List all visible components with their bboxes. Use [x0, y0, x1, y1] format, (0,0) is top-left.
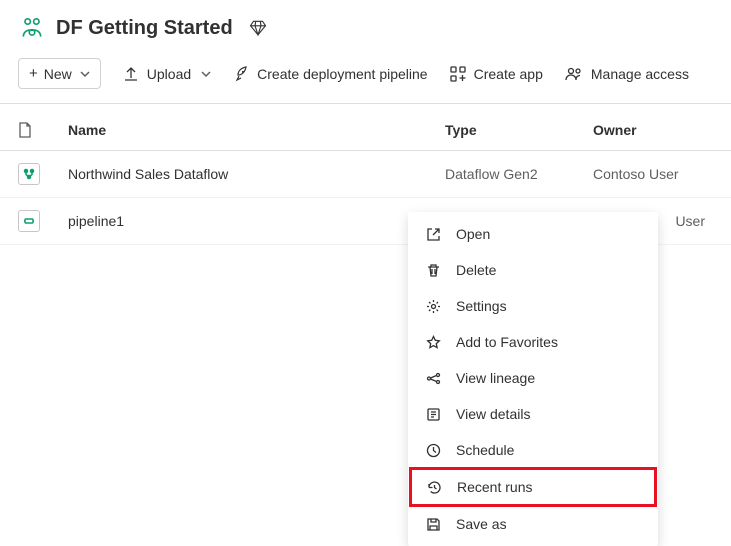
menu-details-label: View details [456, 406, 530, 422]
menu-favorites-label: Add to Favorites [456, 334, 558, 350]
row-type-cell: Dataflow Gen2 [445, 166, 593, 182]
col-icon-header [18, 122, 68, 138]
create-app-button[interactable]: Create app [450, 66, 543, 82]
people-icon [565, 66, 583, 82]
row-name-cell[interactable]: pipeline1 [68, 213, 445, 229]
context-menu: Open Delete Settings Add to Favorites [408, 212, 658, 546]
menu-favorites[interactable]: Add to Favorites [408, 324, 658, 360]
menu-save-as[interactable]: Save as [408, 506, 658, 542]
clock-icon [424, 441, 442, 459]
menu-schedule[interactable]: Schedule [408, 432, 658, 468]
dataflow-icon [18, 163, 40, 185]
trash-icon [424, 261, 442, 279]
col-name-header[interactable]: Name [68, 122, 445, 138]
lineage-icon [424, 369, 442, 387]
pipeline-icon [18, 210, 40, 232]
gear-icon [424, 297, 442, 315]
col-type-header[interactable]: Type [445, 122, 593, 138]
row-name-cell[interactable]: Northwind Sales Dataflow [68, 166, 445, 182]
menu-lineage-label: View lineage [456, 370, 535, 386]
menu-recent-runs[interactable]: Recent runs [409, 467, 657, 507]
workspace-header: DF Getting Started [0, 0, 731, 50]
diamond-icon [249, 19, 267, 37]
save-icon [424, 515, 442, 533]
table-header: Name Type Owner [0, 104, 731, 151]
menu-settings-label: Settings [456, 298, 507, 314]
menu-details[interactable]: View details [408, 396, 658, 432]
row-icon-cell [18, 163, 68, 185]
create-pipeline-button[interactable]: Create deployment pipeline [233, 66, 427, 82]
row-icon-cell [18, 210, 68, 232]
toolbar: + New Upload Create deployment pipeline [0, 50, 731, 104]
chevron-down-icon [80, 69, 90, 79]
upload-button[interactable]: Upload [123, 66, 211, 82]
open-icon [424, 225, 442, 243]
col-owner-header[interactable]: Owner [593, 122, 713, 138]
row-owner-cell: Contoso User [593, 166, 713, 182]
menu-delete-label: Delete [456, 262, 496, 278]
app-icon [450, 66, 466, 82]
menu-schedule-label: Schedule [456, 442, 514, 458]
menu-save-as-label: Save as [456, 516, 507, 532]
workspace-icon [18, 14, 46, 42]
history-icon [425, 478, 443, 496]
menu-delete[interactable]: Delete [408, 252, 658, 288]
upload-icon [123, 66, 139, 82]
star-icon [424, 333, 442, 351]
menu-lineage[interactable]: View lineage [408, 360, 658, 396]
details-icon [424, 405, 442, 423]
chevron-down-icon [201, 69, 211, 79]
rocket-icon [233, 66, 249, 82]
create-pipeline-label: Create deployment pipeline [257, 66, 427, 82]
workspace-title: DF Getting Started [56, 17, 233, 40]
menu-open[interactable]: Open [408, 216, 658, 252]
menu-recent-runs-label: Recent runs [457, 479, 532, 495]
menu-open-label: Open [456, 226, 490, 242]
upload-label: Upload [147, 66, 191, 82]
create-app-label: Create app [474, 66, 543, 82]
menu-settings[interactable]: Settings [408, 288, 658, 324]
table-row[interactable]: Northwind Sales Dataflow Dataflow Gen2 C… [0, 151, 731, 198]
manage-access-button[interactable]: Manage access [565, 66, 689, 82]
new-button-label: New [44, 66, 72, 82]
manage-access-label: Manage access [591, 66, 689, 82]
new-button[interactable]: + New [18, 58, 101, 89]
plus-icon: + [29, 65, 38, 82]
